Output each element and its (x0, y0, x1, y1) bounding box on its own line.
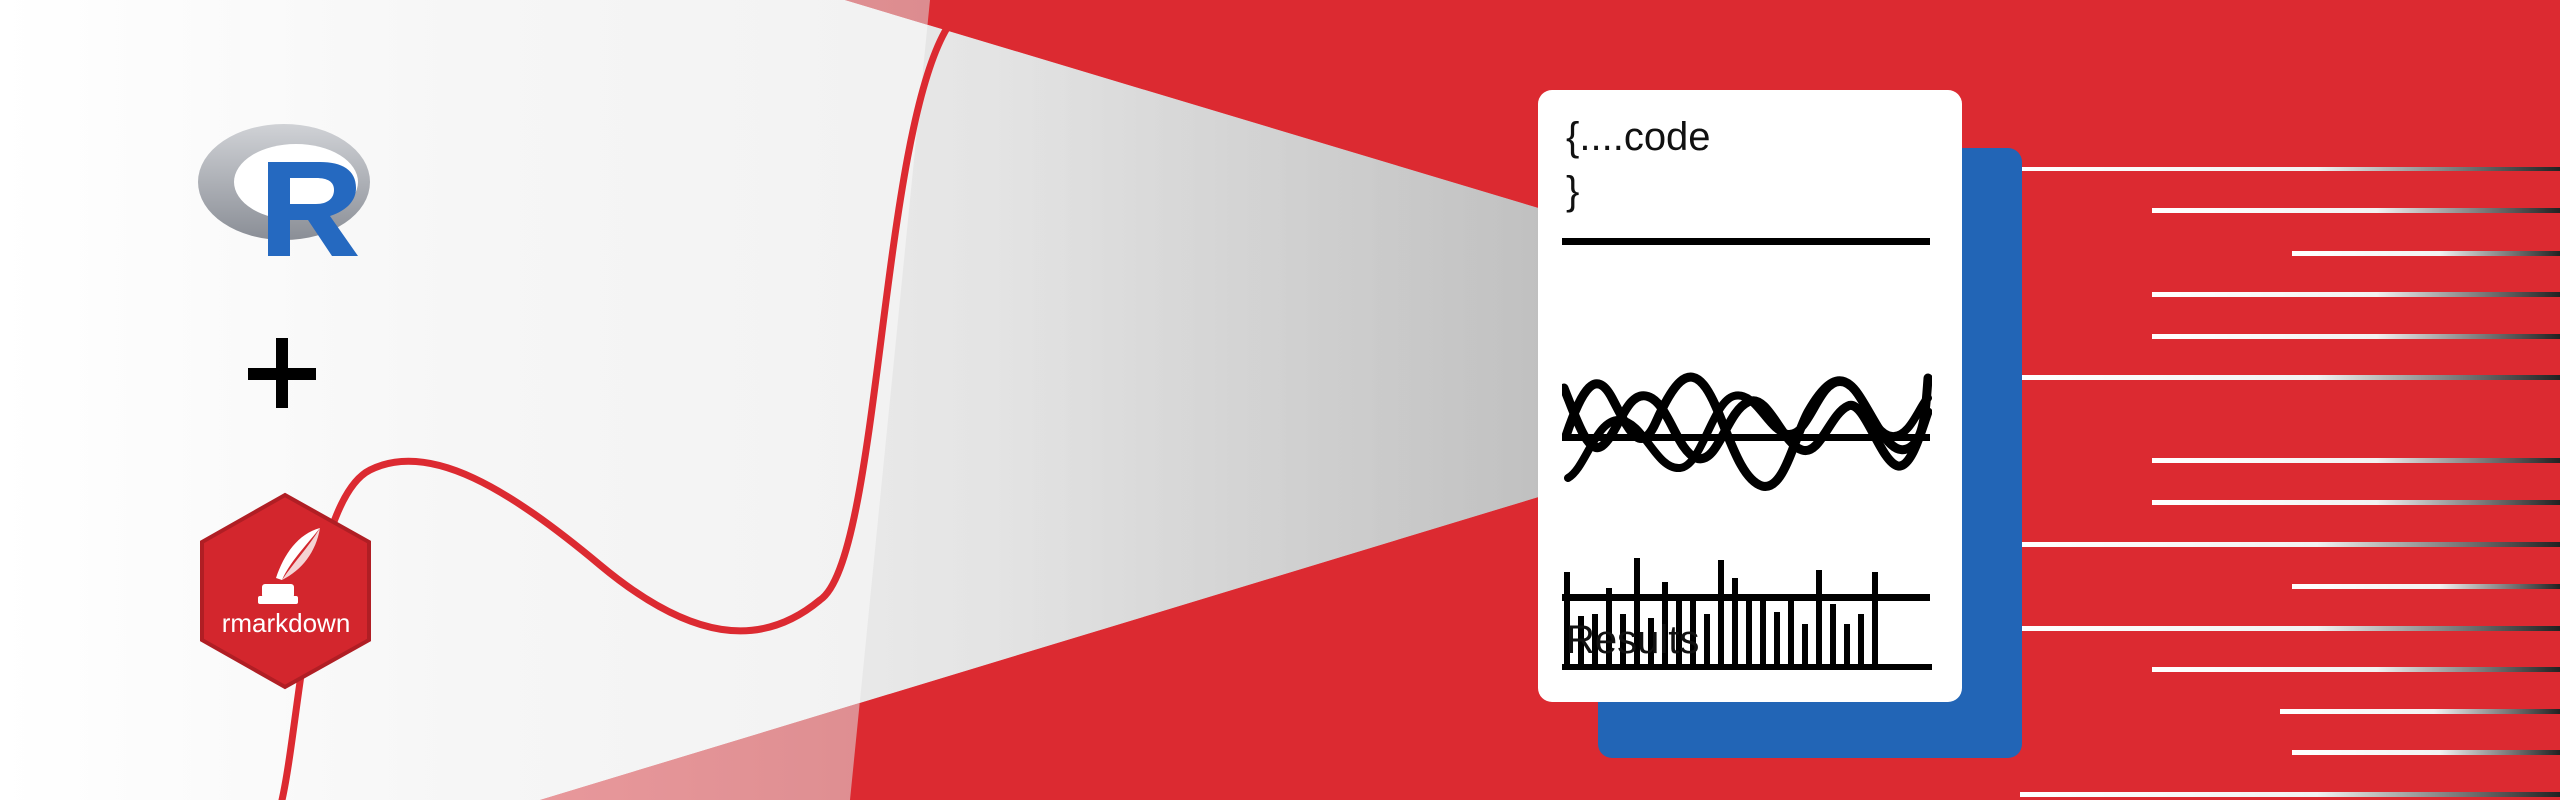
document-card: {....code } Results (1538, 90, 1962, 702)
code-block: {....code } (1566, 110, 1711, 218)
rmarkdown-hex-icon (200, 492, 371, 690)
illustration-canvas: rmarkdown {....code } Results (0, 0, 2560, 800)
code-line-1: {....code (1566, 115, 1711, 159)
divider-middle (1562, 434, 1930, 441)
results-label: Results (1566, 618, 1700, 662)
rmarkdown-label: rmarkdown (221, 608, 351, 638)
code-line-2: } (1566, 169, 1580, 213)
divider-top (1562, 238, 1930, 245)
bar-baseline (1562, 664, 1932, 670)
divider-bottom (1562, 594, 1930, 601)
r-logo-icon (198, 124, 370, 256)
wave-plot (1562, 372, 1932, 491)
plus-icon (248, 338, 320, 410)
background-scene (0, 0, 2560, 800)
